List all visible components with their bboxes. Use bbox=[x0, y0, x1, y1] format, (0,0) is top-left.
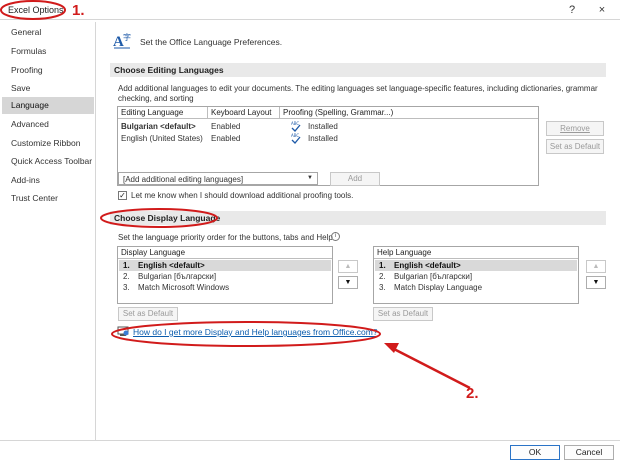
annotation-circle-link bbox=[111, 321, 381, 347]
annotation-overlay bbox=[0, 0, 471, 390]
annotation-arrow-line bbox=[391, 346, 471, 390]
annotation-circle-title bbox=[0, 0, 66, 20]
annotation-step-2: 2. bbox=[466, 385, 479, 402]
annotation-step-1: 1. bbox=[72, 2, 85, 19]
annotation-circle-display-section bbox=[100, 208, 218, 228]
